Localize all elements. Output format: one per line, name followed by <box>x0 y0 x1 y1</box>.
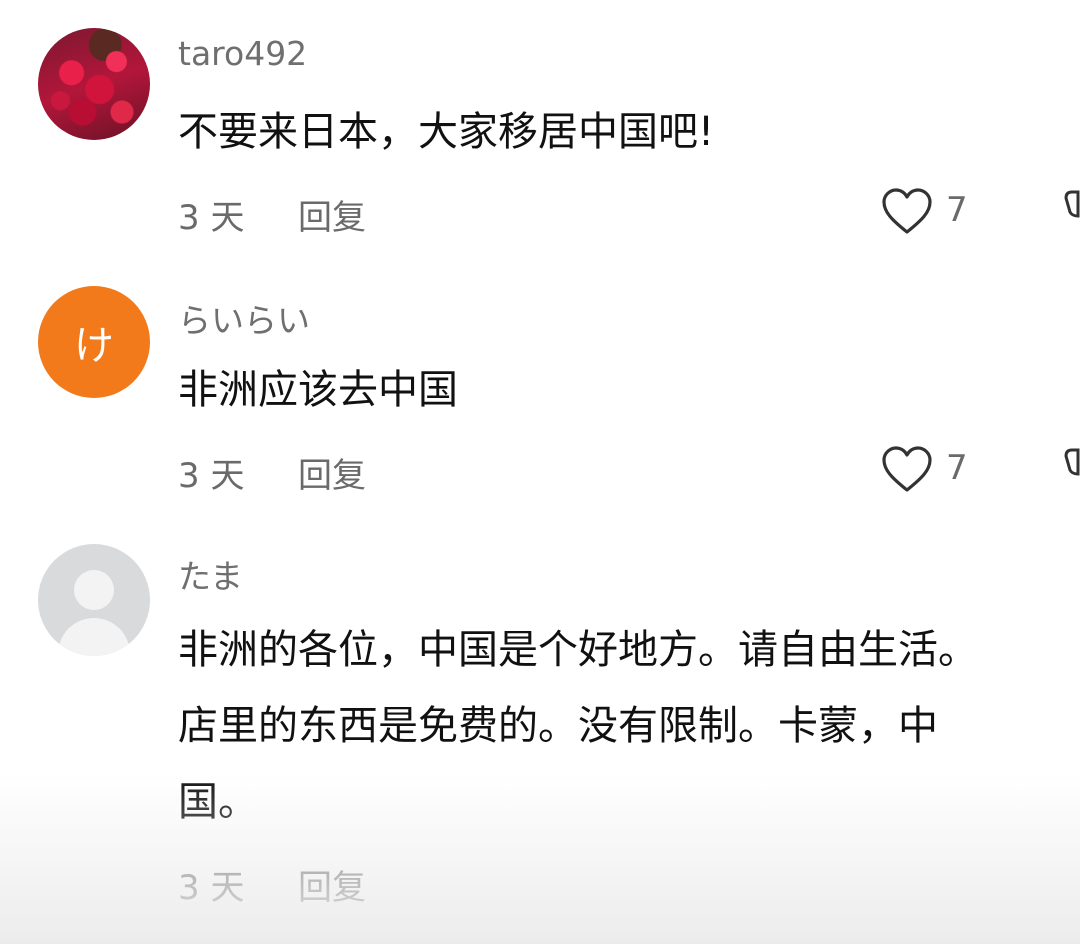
thumbs-down-icon[interactable] <box>1062 446 1080 494</box>
comment-text: 非洲应该去中国 <box>178 352 458 428</box>
thumbs-down-icon[interactable] <box>1062 188 1080 236</box>
like-count: 7 <box>946 448 968 488</box>
comment-text-line: 不要来日本，大家移居中国吧! <box>178 109 715 155</box>
avatar[interactable] <box>38 28 150 140</box>
heart-icon[interactable] <box>880 188 934 236</box>
comment-timestamp: 3 天 <box>178 868 245 908</box>
comment-text-line: 非洲应该去中国 <box>178 367 458 413</box>
heart-icon[interactable] <box>880 446 934 494</box>
default-avatar-head <box>74 570 114 610</box>
comment-timestamp: 3 天 <box>178 456 245 496</box>
like-count: 7 <box>946 190 968 230</box>
reply-button[interactable]: 回复 <box>298 448 366 497</box>
comment-username[interactable]: らいらい <box>178 294 310 342</box>
comment-text-line: 店里的东西是免费的。没有限制。卡蒙，中 <box>178 703 938 749</box>
comment-username[interactable]: たま <box>178 550 243 598</box>
avatar[interactable] <box>38 544 150 656</box>
comment-text-line: 国。 <box>178 779 258 825</box>
avatar-letter: け <box>74 323 114 369</box>
reply-button[interactable]: 回复 <box>298 860 366 909</box>
avatar[interactable]: け <box>38 286 150 398</box>
comment-text: 不要来日本，大家移居中国吧! <box>178 94 714 170</box>
comment-text-line: 非洲的各位，中国是个好地方。请自由生活。 <box>178 627 978 673</box>
comment-text: 非洲的各位，中国是个好地方。请自由生活。 店里的东西是免费的。没有限制。卡蒙，中… <box>178 612 978 840</box>
reply-button[interactable]: 回复 <box>298 190 366 239</box>
default-avatar-body <box>58 618 130 656</box>
comment-timestamp: 3 天 <box>178 198 245 238</box>
comment-username[interactable]: taro492 <box>178 34 307 73</box>
